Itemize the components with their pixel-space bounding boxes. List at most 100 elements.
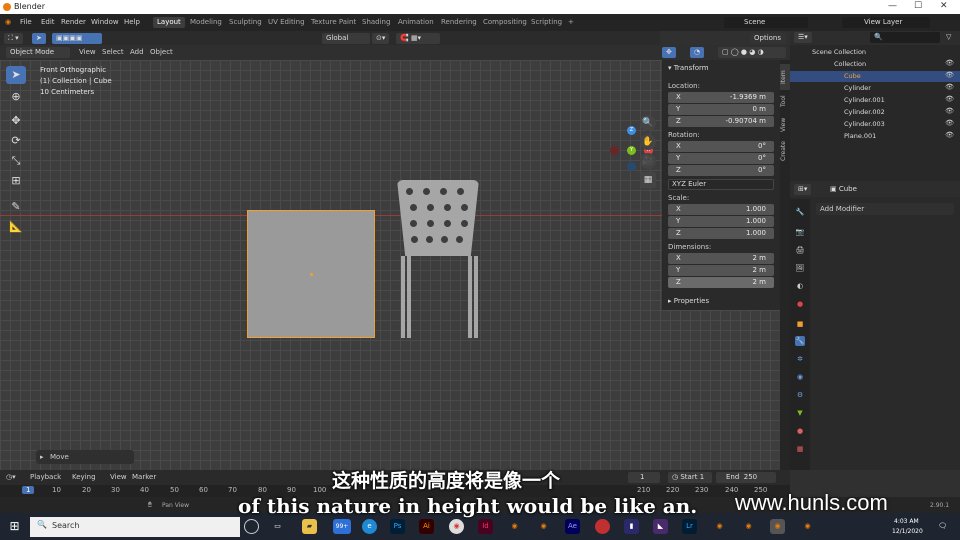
object-icon[interactable]: ■ [795,319,805,329]
output-icon[interactable]: 🖨 [795,245,805,255]
menu-marker[interactable]: Marker [132,473,156,481]
file-explorer-icon[interactable]: ▰ [302,519,317,534]
eye-icon[interactable]: 👁 [945,71,954,79]
cursor-icon[interactable]: ⊕ [6,88,26,106]
app-red-icon[interactable] [595,519,610,534]
dimensions-x-field[interactable]: X 2 m [668,253,774,264]
transform-icon[interactable]: ⊞ [6,172,26,190]
tab-rendering[interactable]: Rendering [437,17,481,28]
edge-icon[interactable]: e [362,519,377,534]
select-tool-icon[interactable]: ➤ [32,33,46,44]
tab-view[interactable]: View [780,114,790,136]
eye-icon[interactable]: 👁 [945,107,954,115]
add-workspace-button[interactable]: + [564,17,578,28]
gizmo-toggle-icon[interactable]: ✥ [662,47,676,58]
data-icon[interactable]: ▼ [795,408,805,418]
constraints-icon[interactable]: ⚙ [795,390,805,400]
tool-icon[interactable]: 🔧 [795,207,805,217]
filter-icon[interactable]: ▽ [942,32,955,43]
texture-icon[interactable]: ▦ [795,444,805,454]
location-z-field[interactable]: Z -0.90704 m [668,116,774,127]
properties-header[interactable]: ▸ Properties [668,297,709,305]
menu-help[interactable]: Help [124,18,140,26]
menu-window[interactable]: Window [91,18,119,26]
notification-icon[interactable]: 🗨 [935,519,950,534]
outliner-item-cylinder[interactable]: Cylinder [844,84,871,92]
tab-scripting[interactable]: Scripting [527,17,566,28]
tab-layout[interactable]: Layout [153,17,185,28]
windows-start-icon[interactable]: ⊞ [7,519,22,534]
tab-uv-editing[interactable]: UV Editing [264,17,309,28]
selection-mode-buttons[interactable]: ▣▣▣▣ [52,33,102,44]
view-layer-icon[interactable]: 🖼 [795,263,805,273]
blender-menu-icon[interactable]: ◉ [5,18,11,26]
menu-render[interactable]: Render [61,18,86,26]
options-dropdown[interactable]: Options [750,33,786,44]
clock-date[interactable]: 12/1/2020 [892,528,923,535]
close-button[interactable]: ✕ [940,1,948,11]
particles-icon[interactable]: ✲ [795,354,805,364]
eye-icon[interactable]: 👁 [945,83,954,91]
illustrator-icon[interactable]: Ai [419,519,434,534]
indesign-icon[interactable]: Id [478,519,493,534]
physics-icon[interactable]: ◉ [795,372,805,382]
view-layer-selector[interactable]: View Layer [842,17,930,28]
maximize-button[interactable]: ☐ [914,1,922,11]
tab-item[interactable]: Item [780,64,790,90]
transform-header[interactable]: ▾ Transform [668,64,709,72]
tab-shading[interactable]: Shading [358,17,394,28]
outliner-item-cylinder-003[interactable]: Cylinder.003 [844,120,885,128]
tab-compositing[interactable]: Compositing [479,17,531,28]
outliner-item-plane-001[interactable]: Plane.001 [844,132,876,140]
move-icon[interactable]: ✥ [6,112,26,130]
rotation-y-field[interactable]: Y 0° [668,153,774,164]
scale-z-field[interactable]: Z 1.000 [668,228,774,239]
outliner-type-button[interactable]: ☰▾ [794,32,812,43]
menu-edit[interactable]: Edit [41,18,55,26]
eye-icon[interactable]: 👁 [945,59,954,67]
blender-taskbar-icon-3[interactable]: ◉ [712,519,727,534]
location-x-field[interactable]: X -1.9369 m [668,92,774,103]
material-icon[interactable]: ● [795,426,805,436]
menu-add[interactable]: Add [130,48,144,56]
app-purple-icon[interactable]: ◣ [653,519,668,534]
neg-z-axis-icon[interactable] [627,162,636,171]
blender-taskbar-icon-4[interactable]: ◉ [741,519,756,534]
measure-icon[interactable]: 📐 [6,218,26,236]
y-axis-icon[interactable]: Y [627,146,636,155]
location-y-field[interactable]: Y 0 m [668,104,774,115]
snap-toggle[interactable]: 🧲 ▦▾ [396,33,440,44]
chair-leg[interactable] [468,256,472,338]
chair-leg[interactable] [401,256,405,338]
minimize-button[interactable]: — [888,1,897,11]
photoshop-icon[interactable]: Ps [390,519,405,534]
menu-view[interactable]: View [79,48,96,56]
grid-toggle-icon[interactable]: ▦ [640,172,656,188]
scene-collection[interactable]: Scene Collection [812,48,866,56]
tab-texture-paint[interactable]: Texture Paint [307,17,360,28]
scale-icon[interactable]: ⤡ [6,152,26,170]
scene-selector[interactable]: Scene [724,17,808,28]
annotate-icon[interactable]: ✎ [6,198,26,216]
dimensions-z-field[interactable]: Z 2 m [668,277,774,288]
mail-badge[interactable]: 99+ [333,519,351,534]
scene-icon[interactable]: ◐ [795,281,805,291]
current-frame-field[interactable]: 1 [628,472,660,483]
world-icon[interactable]: ● [795,299,805,309]
editor-type-button[interactable]: ⛶ ▾ [4,33,23,44]
menu-keying[interactable]: Keying [72,473,96,481]
cube-object[interactable] [247,210,375,338]
object-name-field[interactable]: ▣ Cube [826,184,936,195]
overlay-toggle-icon[interactable]: ◔ [690,47,705,58]
select-box-icon[interactable]: ➤ [6,66,26,84]
add-modifier-dropdown[interactable]: Add Modifier [816,203,954,215]
task-view-icon[interactable]: ▭ [270,519,285,534]
dimensions-y-field[interactable]: Y 2 m [668,265,774,276]
tab-sculpting[interactable]: Sculpting [225,17,266,28]
blender-taskbar-icon-5[interactable]: ◉ [800,519,815,534]
rotation-z-field[interactable]: Z 0° [668,165,774,176]
chrome-icon[interactable]: ◉ [449,519,464,534]
cortana-icon[interactable] [244,519,259,534]
blender-active-icon[interactable]: ◉ [770,519,785,534]
pivot-point-dropdown[interactable]: ⊙▾ [372,33,390,44]
